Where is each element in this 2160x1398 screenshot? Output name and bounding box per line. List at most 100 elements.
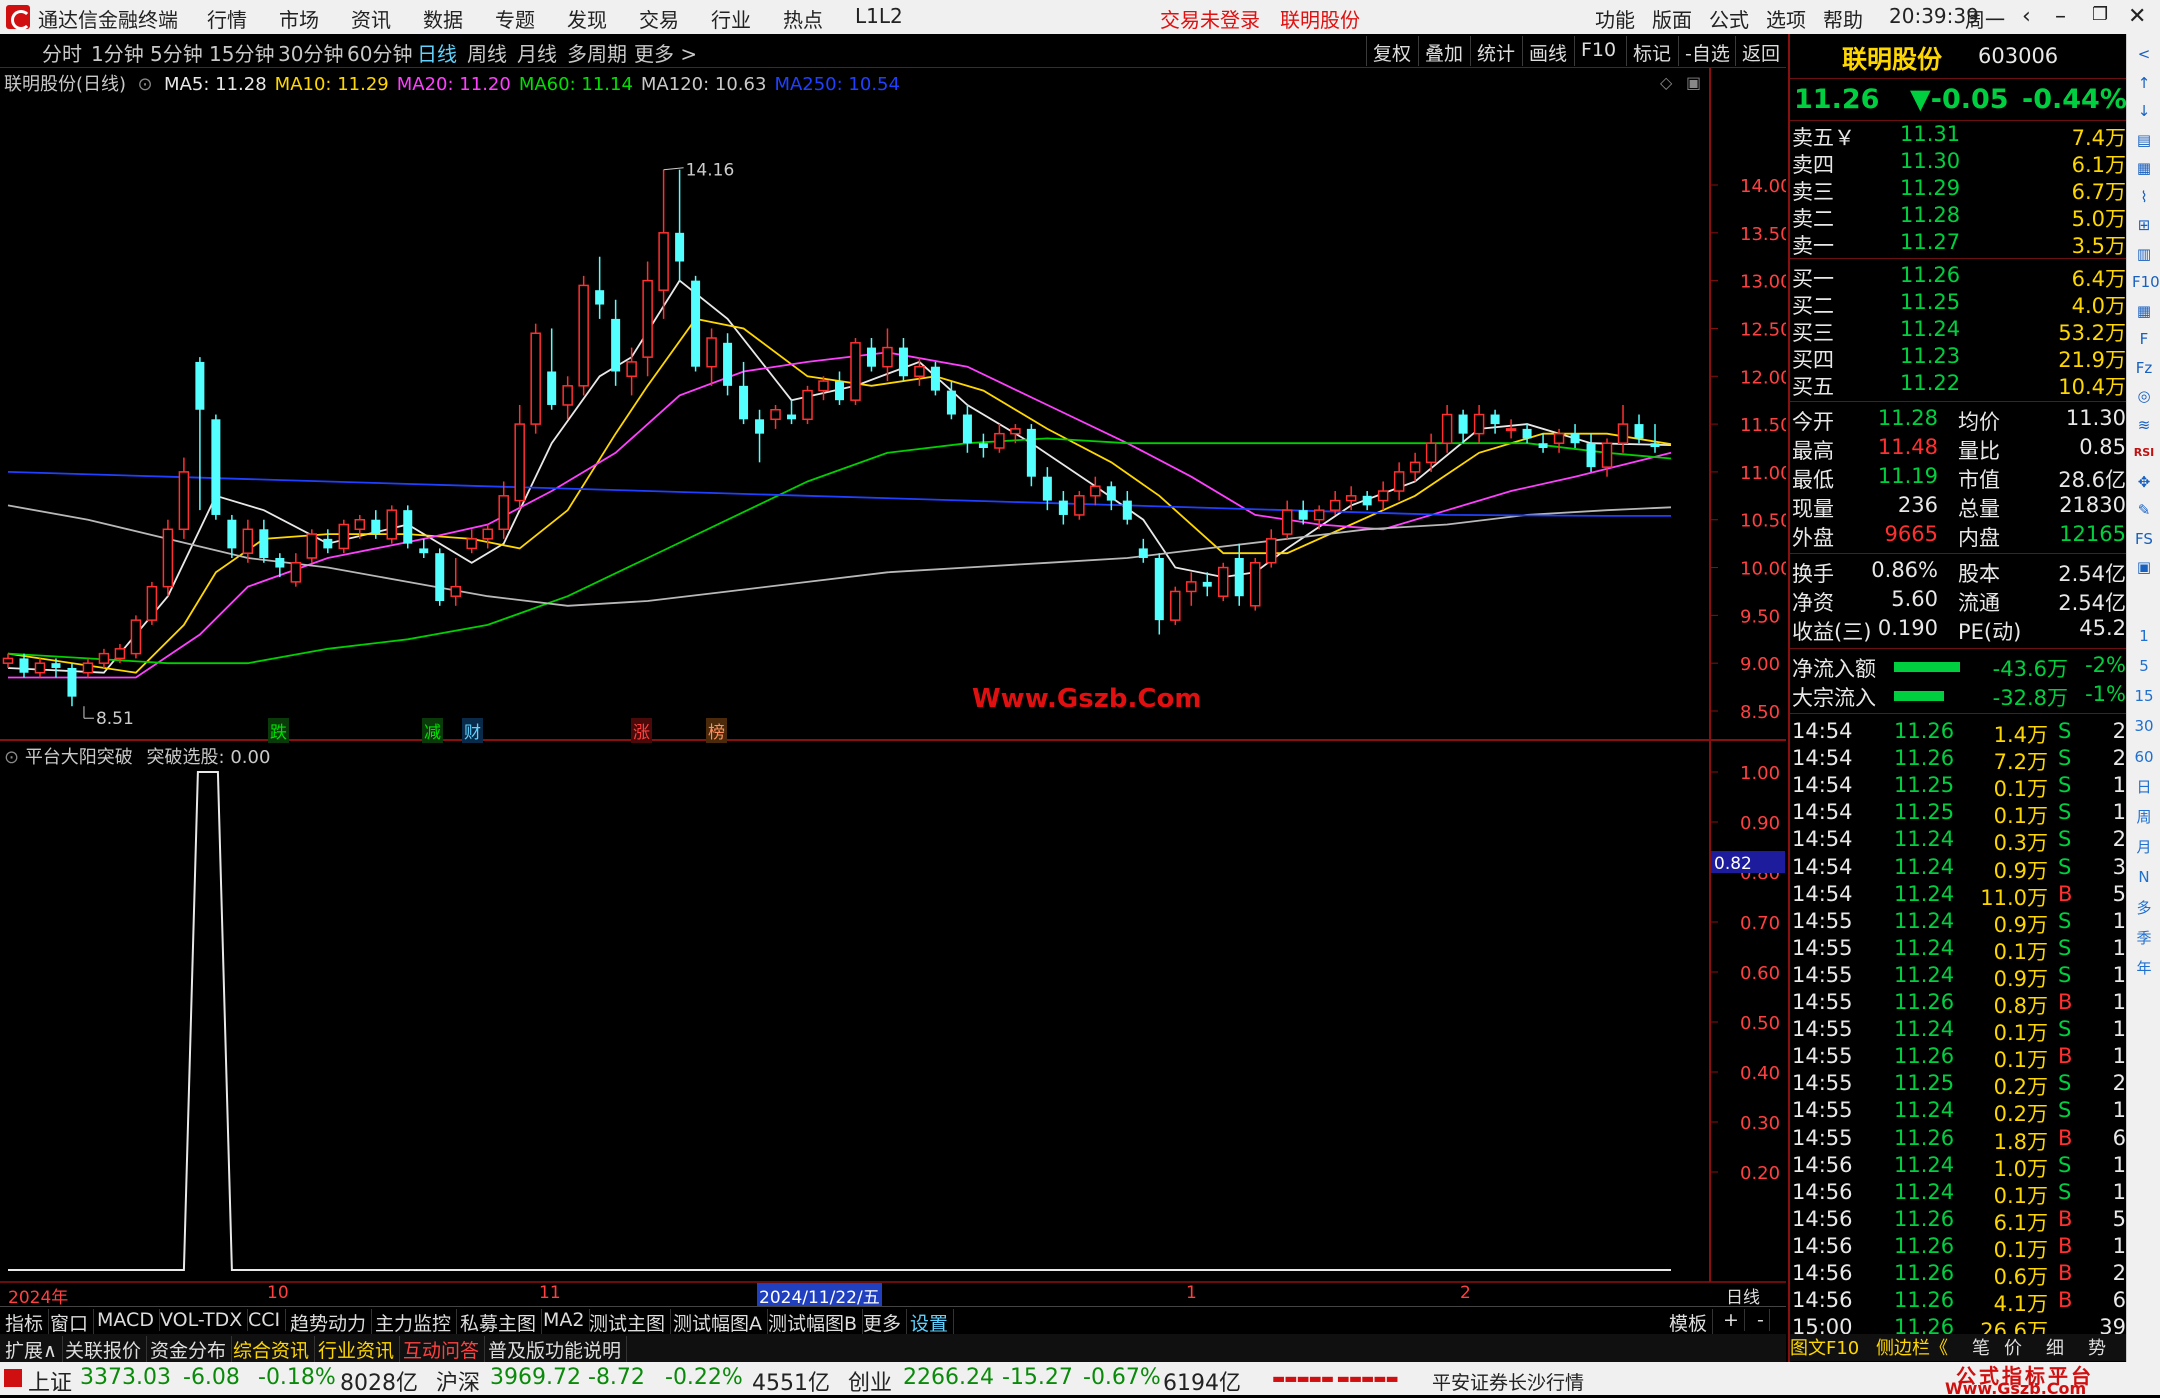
bars-icon[interactable]: ▥ (2132, 242, 2156, 266)
period-quarter-icon[interactable]: 季 (2132, 926, 2156, 950)
tab-window[interactable]: 窗口 (45, 1309, 95, 1336)
menu-zhuanti[interactable]: 专题 (495, 4, 535, 33)
period-1-icon[interactable]: 1 (2132, 624, 2156, 648)
period-multi-icon[interactable]: 多 (2132, 896, 2156, 920)
period-5min[interactable]: 5分钟 (150, 38, 203, 67)
diamond-icon[interactable]: ◇ (1660, 73, 1673, 92)
event-marker[interactable]: 跌 (268, 718, 289, 743)
quote-bottom-tab[interactable]: 价 (2004, 1334, 2022, 1360)
period-30min[interactable]: 30分钟 (278, 38, 343, 67)
tab-zhibiao[interactable]: 指标 (0, 1309, 50, 1336)
period-year-icon[interactable]: 年 (2132, 956, 2156, 980)
period-5-icon[interactable]: 5 (2132, 654, 2156, 678)
menu-l1l2[interactable]: L1L2 (855, 4, 903, 28)
grid-icon[interactable]: ▤ (2132, 128, 2156, 152)
menu-shichang[interactable]: 市场 (279, 4, 319, 33)
arrow-down-icon[interactable]: ↓ (2132, 99, 2156, 123)
tab-settings[interactable]: 设置 (905, 1309, 955, 1336)
tab-test-sub-a[interactable]: 测试幅图A (668, 1309, 768, 1336)
menu-jiaoyi[interactable]: 交易 (639, 4, 679, 33)
collapse-left-icon[interactable]: < (2132, 42, 2156, 66)
target-icon[interactable]: ◎ (2132, 384, 2156, 408)
menu-shuju[interactable]: 数据 (423, 4, 463, 33)
box-icon[interactable]: ▣ (2132, 555, 2156, 579)
fz-icon[interactable]: Fz (2132, 356, 2156, 380)
f-icon[interactable]: F (2132, 327, 2156, 351)
period-monthly[interactable]: 月线 (517, 38, 557, 67)
period-week-icon[interactable]: 周 (2132, 805, 2156, 829)
link-related-quote[interactable]: 关联报价 (60, 1336, 148, 1363)
link-comprehensive-info[interactable]: 综合资讯 (228, 1336, 316, 1363)
collapse-icon[interactable]: ⊙ (132, 74, 159, 95)
period-n-icon[interactable]: N (2132, 865, 2156, 889)
menu-faxian[interactable]: 发现 (567, 4, 607, 33)
quote-bottom-tab[interactable]: 势 (2088, 1334, 2106, 1360)
menu-gongshi[interactable]: 公式 (1709, 4, 1749, 33)
tab-ma2[interactable]: MA2 (538, 1309, 591, 1331)
period-daily[interactable]: 日线 (417, 38, 457, 67)
period-30-icon[interactable]: 30 (2132, 714, 2156, 738)
menu-bangzhu[interactable]: 帮助 (1823, 4, 1863, 33)
tab-main-monitor[interactable]: 主力监控 (370, 1309, 458, 1336)
period-month-icon[interactable]: 月 (2132, 835, 2156, 859)
table-icon[interactable]: ▦ (2132, 156, 2156, 180)
quote-bottom-tab[interactable]: 图文F10 (1790, 1334, 1859, 1360)
fuquan-button[interactable]: 复权 (1366, 36, 1417, 66)
chart-area[interactable]: 14.0013.5013.0012.5012.0011.5011.0010.50… (0, 68, 1786, 1306)
event-marker[interactable]: 财 (462, 718, 483, 743)
indicator-collapse-icon[interactable]: ⊙ (4, 747, 25, 768)
event-marker[interactable]: 榜 (706, 718, 727, 743)
add-button[interactable]: + (1718, 1309, 1745, 1331)
link-qa[interactable]: 互动问答 (398, 1336, 486, 1363)
back-arrow-icon[interactable]: ‹ (2022, 4, 2031, 29)
menu-redian[interactable]: 热点 (783, 4, 823, 33)
move-icon[interactable]: ✥ (2132, 470, 2156, 494)
tab-vol-tdx[interactable]: VOL-TDX (155, 1309, 249, 1331)
f10-button[interactable]: F10 (1574, 36, 1622, 66)
tab-macd[interactable]: MACD (92, 1309, 160, 1331)
idx-sh-name[interactable]: 上证 (28, 1365, 72, 1397)
expand-button[interactable]: 扩展∧ (0, 1336, 63, 1363)
return-button[interactable]: 返回 (1735, 36, 1786, 66)
idx-cy-name[interactable]: 创业 (848, 1365, 892, 1397)
tab-trend-power[interactable]: 趋势动力 (285, 1309, 373, 1336)
tab-private-main[interactable]: 私募主图 (455, 1309, 543, 1336)
login-status[interactable]: 交易未登录 (1160, 4, 1260, 33)
f10-icon[interactable]: F10 (2132, 270, 2160, 294)
tab-more[interactable]: 更多 (858, 1309, 908, 1336)
link-feature-guide[interactable]: 普及版功能说明 (483, 1336, 628, 1363)
fs-icon[interactable]: FS (2132, 527, 2156, 551)
event-marker[interactable]: 减 (422, 718, 443, 743)
tab-cci[interactable]: CCI (243, 1309, 287, 1331)
idx-hs-name[interactable]: 沪深 (436, 1365, 480, 1397)
quote-bottom-tab[interactable]: 笔 (1972, 1334, 1990, 1360)
remove-watchlist-button[interactable]: -自选 (1678, 36, 1736, 66)
remove-button[interactable]: - (1752, 1309, 1770, 1331)
tab-test-sub-b[interactable]: 测试幅图B (763, 1309, 864, 1336)
menu-xuanxiang[interactable]: 选项 (1766, 4, 1806, 33)
menu-hangqing[interactable]: 行情 (207, 4, 247, 33)
menu-gongneng[interactable]: 功能 (1595, 4, 1635, 33)
period-60min[interactable]: 60分钟 (347, 38, 412, 67)
period-multi[interactable]: 多周期 (567, 38, 627, 67)
period-1min[interactable]: 1分钟 (91, 38, 144, 67)
menu-banmian[interactable]: 版面 (1652, 4, 1692, 33)
overlay-button[interactable]: 叠加 (1418, 36, 1469, 66)
board-icon[interactable]: ▦ (2132, 299, 2156, 323)
period-60-icon[interactable]: 60 (2132, 745, 2156, 769)
restore-icon[interactable]: ❐ (2092, 4, 2108, 25)
link-fund-distribution[interactable]: 资金分布 (145, 1336, 233, 1363)
tab-test-main[interactable]: 测试主图 (584, 1309, 672, 1336)
wave2-icon[interactable]: ≋ (2132, 413, 2156, 437)
window-icon[interactable]: ▣ (1686, 73, 1701, 92)
panel-icon[interactable]: ⊞ (2132, 213, 2156, 237)
period-15min[interactable]: 15分钟 (209, 38, 274, 67)
stats-button[interactable]: 统计 (1470, 36, 1521, 66)
quote-bottom-tab[interactable]: 细 (2046, 1334, 2064, 1360)
link-industry-info[interactable]: 行业资讯 (313, 1336, 401, 1363)
arrow-up-icon[interactable]: ↑ (2132, 71, 2156, 95)
menu-zixun[interactable]: 资讯 (351, 4, 391, 33)
wave-icon[interactable]: ⌇ (2132, 185, 2156, 209)
close-icon[interactable]: ✕ (2128, 4, 2146, 29)
minimize-icon[interactable]: – (2055, 4, 2066, 29)
